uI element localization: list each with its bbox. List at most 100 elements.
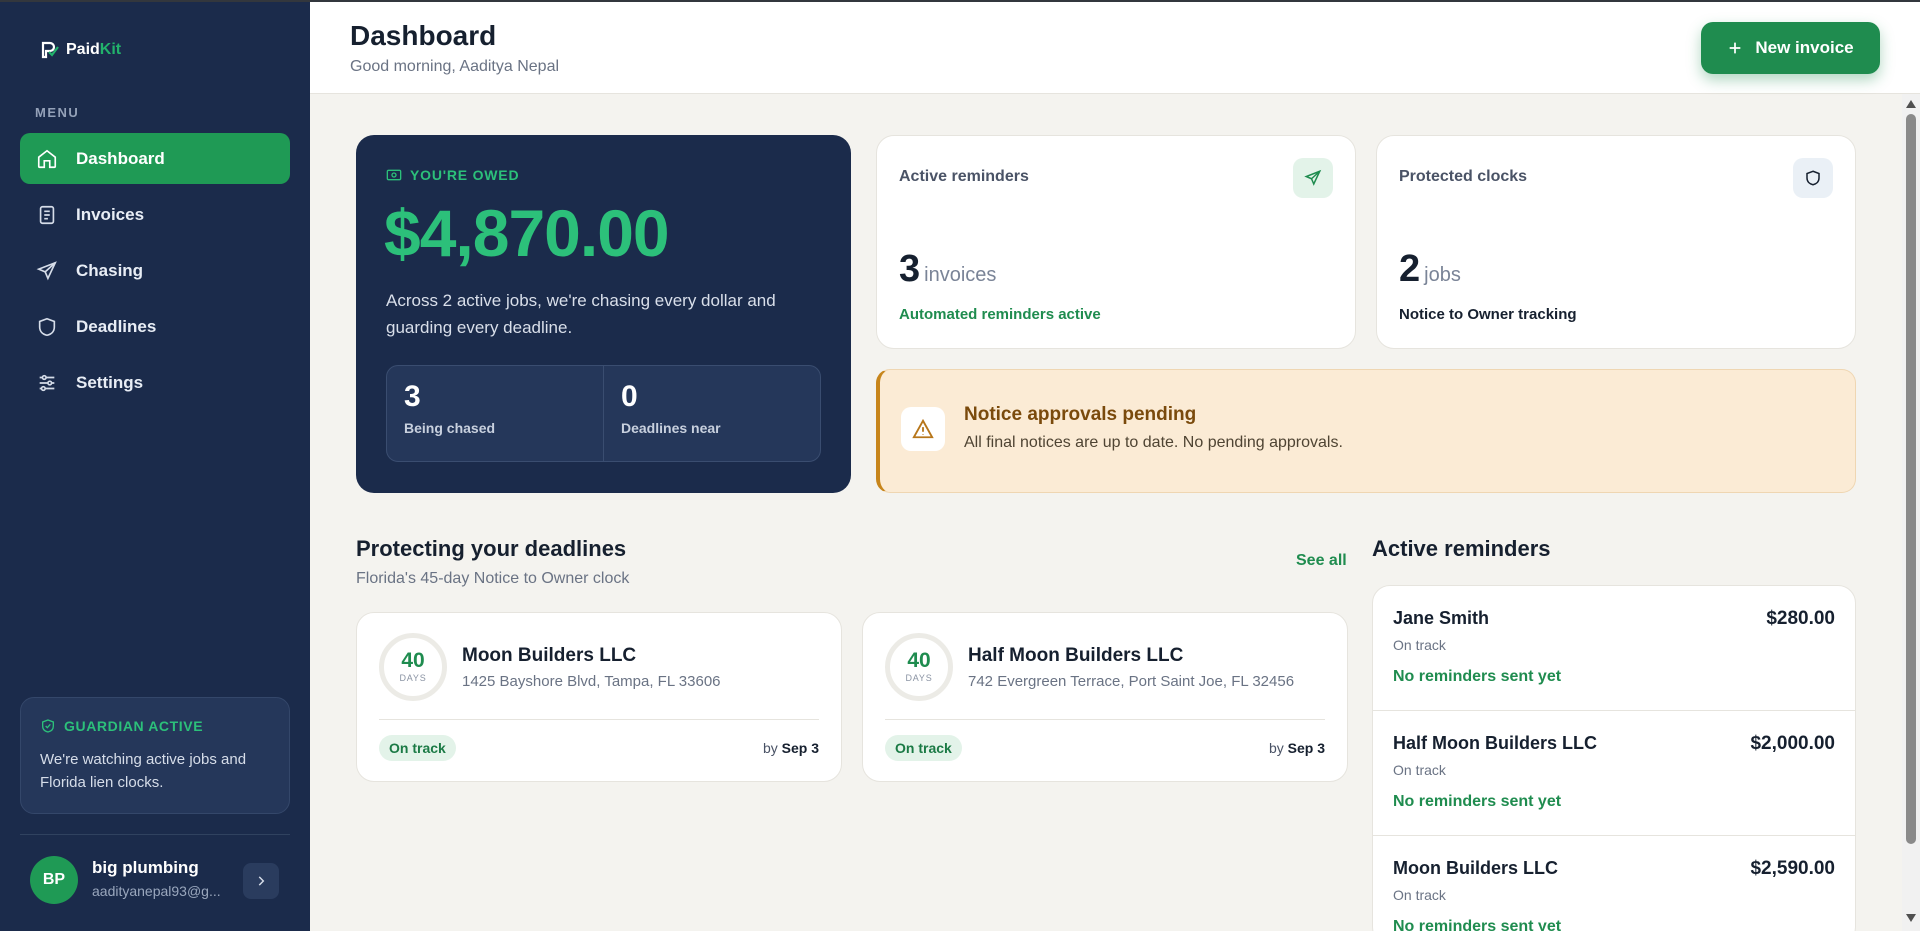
list-item[interactable]: Jane Smith On track No reminders sent ye… xyxy=(1373,586,1855,711)
brand-name-part2: Kit xyxy=(99,41,122,58)
user-menu-button[interactable] xyxy=(243,863,279,899)
status-badge: On track xyxy=(885,735,962,761)
deadline-card[interactable]: 40 DAYS Moon Builders LLC 1425 Bayshore … xyxy=(356,612,842,782)
guardian-title-row: GUARDIAN ACTIVE xyxy=(40,718,270,734)
sidebar: Paid Kit MENU Dashboard Invoices Chasing … xyxy=(0,2,310,931)
card-title: Active reminders xyxy=(899,168,1029,185)
deadlines-section-title: Protecting your deadlines xyxy=(356,536,627,561)
reminders-section-title: Active reminders xyxy=(1372,536,1551,561)
stat-deadlines-near[interactable]: 0 Deadlines near xyxy=(603,366,820,461)
sidebar-item-label: Dashboard xyxy=(76,148,165,168)
list-item[interactable]: Half Moon Builders LLC On track No remin… xyxy=(1373,711,1855,836)
stat-being-chased[interactable]: 3 Being chased xyxy=(387,366,603,461)
avatar: BP xyxy=(30,856,78,904)
active-reminders-card[interactable]: Active reminders 3 invoices Automated rem… xyxy=(876,135,1356,349)
reminder-amount: $2,590.00 xyxy=(1750,858,1835,879)
user-name: big plumbing xyxy=(92,858,199,877)
card-subtitle: Notice to Owner tracking xyxy=(1399,306,1577,323)
stat-label: Being chased xyxy=(404,420,496,436)
card-value-number: 2 xyxy=(1399,248,1421,290)
days-remaining-label: DAYS xyxy=(399,673,427,683)
stat-value: 3 xyxy=(404,380,421,413)
due-date: by Sep 3 xyxy=(1269,740,1325,756)
reminders-list: Jane Smith On track No reminders sent ye… xyxy=(1372,585,1856,931)
card-value-unit: invoices xyxy=(924,264,997,286)
days-remaining-value: 40 xyxy=(907,649,931,672)
home-icon xyxy=(37,149,57,168)
card-value: 2 jobs xyxy=(1399,248,1461,291)
reminder-amount: $280.00 xyxy=(1766,608,1835,629)
paidkit-logo-icon xyxy=(41,41,59,59)
due-prefix: by xyxy=(762,740,778,756)
sidebar-item-label: Invoices xyxy=(76,204,145,224)
days-remaining-label: DAYS xyxy=(905,673,933,683)
list-item[interactable]: Moon Builders LLC On track No reminders … xyxy=(1373,836,1855,931)
page-header: Dashboard Good morning, Aaditya Nepal Ne… xyxy=(310,2,1920,94)
sidebar-item-deadlines[interactable]: Deadlines xyxy=(20,301,290,352)
shield-icon xyxy=(1806,170,1820,186)
plus-icon xyxy=(1730,42,1741,54)
amount-owed-card: YOU'RE OWED $4,870.00 Across 2 active jo… xyxy=(356,135,851,493)
job-address: 742 Evergreen Terrace, Port Saint Joe, F… xyxy=(968,673,1295,690)
menu-section-label: MENU xyxy=(35,105,80,120)
sidebar-item-dashboard[interactable]: Dashboard xyxy=(20,133,290,184)
sidebar-item-label: Chasing xyxy=(76,260,144,280)
send-icon-badge xyxy=(1293,158,1333,198)
card-divider xyxy=(885,719,1325,720)
reminder-amount: $2,000.00 xyxy=(1750,733,1835,754)
brand-logo[interactable]: Paid Kit xyxy=(40,40,121,60)
deadline-card[interactable]: 40 DAYS Half Moon Builders LLC 742 Everg… xyxy=(862,612,1348,782)
stat-label: Deadlines near xyxy=(621,420,721,436)
due-date-value: Sep 3 xyxy=(1287,740,1325,756)
reminder-client-name: Moon Builders LLC xyxy=(1393,858,1558,878)
page-title: Dashboard xyxy=(350,20,497,51)
cash-icon xyxy=(386,169,402,181)
days-remaining-value: 40 xyxy=(401,649,425,672)
sidebar-item-invoices[interactable]: Invoices xyxy=(20,189,290,240)
reminder-status: On track xyxy=(1393,637,1446,653)
due-date-value: Sep 3 xyxy=(781,740,819,756)
warning-icon xyxy=(912,418,934,439)
scroll-down-arrow[interactable] xyxy=(1906,914,1916,922)
card-value: 3 invoices xyxy=(899,248,996,291)
scrollbar-thumb[interactable] xyxy=(1906,114,1916,844)
days-remaining-ring: 40 DAYS xyxy=(885,633,953,701)
reminder-client-name: Jane Smith xyxy=(1393,608,1490,628)
reminder-client-name: Half Moon Builders LLC xyxy=(1393,733,1597,753)
sidebar-item-chasing[interactable]: Chasing xyxy=(20,245,290,296)
scroll-up-arrow[interactable] xyxy=(1906,100,1916,108)
job-name: Half Moon Builders LLC xyxy=(968,645,1184,666)
reminder-note: No reminders sent yet xyxy=(1393,918,1562,931)
days-remaining-ring: 40 DAYS xyxy=(379,633,447,701)
card-value-unit: jobs xyxy=(1424,264,1461,286)
protected-clocks-card[interactable]: Protected clocks 2 jobs Notice to Owner t… xyxy=(1376,135,1856,349)
owed-amount: $4,870.00 xyxy=(384,196,670,270)
sidebar-nav: Dashboard Invoices Chasing Deadlines Set… xyxy=(20,133,290,413)
user-profile[interactable]: BP big plumbing aadityanepal93@g... xyxy=(30,856,290,906)
job-name: Moon Builders LLC xyxy=(462,645,637,666)
brand-name-part1: Paid xyxy=(66,41,100,58)
notice-approvals-banner: Notice approvals pending All final notic… xyxy=(876,369,1856,493)
guardian-status-panel: GUARDIAN ACTIVE We're watching active jo… xyxy=(20,697,290,814)
reminder-status: On track xyxy=(1393,887,1446,903)
user-email: aadityanepal93@g... xyxy=(92,883,221,899)
warning-icon-badge xyxy=(901,407,945,451)
see-all-link[interactable]: See all xyxy=(1296,552,1347,570)
job-address: 1425 Bayshore Blvd, Tampa, FL 33606 xyxy=(462,673,721,690)
due-prefix: by xyxy=(1268,740,1284,756)
card-subtitle: Automated reminders active xyxy=(899,306,1101,323)
reminder-note: No reminders sent yet xyxy=(1393,793,1562,810)
chevron-right-icon xyxy=(258,876,265,886)
new-invoice-button[interactable]: New invoice xyxy=(1701,22,1880,74)
sidebar-divider xyxy=(20,834,290,835)
send-icon xyxy=(1304,169,1322,186)
greeting-text: Good morning, Aaditya Nepal xyxy=(350,58,560,75)
card-title: Protected clocks xyxy=(1399,168,1528,185)
reminder-note: No reminders sent yet xyxy=(1393,668,1562,685)
send-icon xyxy=(36,260,57,280)
sliders-icon xyxy=(39,374,55,391)
sidebar-item-label: Deadlines xyxy=(76,316,157,336)
shield-icon-badge xyxy=(1793,158,1833,198)
sidebar-item-settings[interactable]: Settings xyxy=(20,357,290,408)
status-badge: On track xyxy=(379,735,456,761)
